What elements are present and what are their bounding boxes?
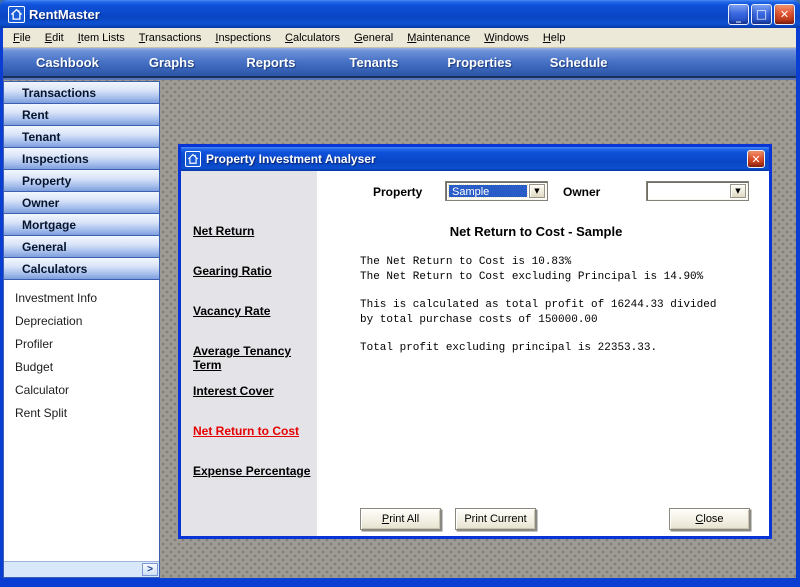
menu-item-windows[interactable]: Windows — [477, 30, 536, 46]
menu-item-edit[interactable]: Edit — [38, 30, 71, 46]
sidebar-button-tenant[interactable]: Tenant — [4, 126, 159, 148]
dialog-house-icon — [185, 151, 201, 167]
sidebar-button-owner[interactable]: Owner — [4, 192, 159, 214]
toolbar-schedule[interactable]: Schedule — [550, 55, 608, 70]
menu-item-item-lists[interactable]: Item Lists — [71, 30, 132, 46]
sidebar: TransactionsRentTenantInspectionsPropert… — [3, 81, 160, 578]
menu-item-general[interactable]: General — [347, 30, 400, 46]
sidebar-button-rent[interactable]: Rent — [4, 104, 159, 126]
toolbar-graphs[interactable]: Graphs — [149, 55, 195, 70]
report-text: The Net Return to Cost is 10.83%The Net … — [360, 255, 761, 369]
sidebar-scroll-right-button[interactable]: > — [142, 563, 158, 576]
property-combobox[interactable]: Sample ▼ — [445, 181, 548, 201]
dialog-content-pane: Property Sample ▼ Owner ▼ Net Return to … — [317, 171, 769, 536]
window-controls: _ □ ✕ — [728, 4, 795, 25]
close-button[interactable]: Close — [669, 508, 750, 530]
sidebar-item-profiler[interactable]: Profiler — [4, 333, 159, 356]
dialog-nav-gearing-ratio[interactable]: Gearing Ratio — [181, 264, 317, 304]
report-heading: Net Return to Cost - Sample — [317, 224, 755, 239]
dialog-nav-expense-percentage[interactable]: Expense Percentage — [181, 464, 317, 504]
toolbar-reports[interactable]: Reports — [246, 55, 295, 70]
print-current-button[interactable]: Print Current — [455, 508, 536, 530]
sidebar-button-calculators[interactable]: Calculators — [4, 258, 159, 280]
mdi-background: TransactionsRentTenantInspectionsPropert… — [3, 78, 796, 578]
chevron-down-icon: ▼ — [534, 187, 539, 195]
owner-combobox[interactable]: ▼ — [646, 181, 749, 201]
sidebar-item-calculator[interactable]: Calculator — [4, 379, 159, 402]
minimize-button[interactable]: _ — [728, 4, 749, 25]
owner-selected-value — [650, 185, 728, 197]
property-label: Property — [373, 185, 422, 199]
dialog-title-bar: Property Investment Analyser ✕ — [181, 147, 769, 171]
owner-label: Owner — [563, 185, 600, 199]
close-window-button[interactable]: ✕ — [774, 4, 795, 25]
close-icon: ✕ — [751, 153, 760, 166]
dialog-nav-average-tenancy-term[interactable]: Average Tenancy Term — [181, 344, 317, 384]
content-line: The Net Return to Cost excluding Princip… — [360, 270, 761, 285]
dialog-nav: Net ReturnGearing RatioVacancy RateAvera… — [181, 171, 317, 504]
menu-item-file[interactable]: File — [6, 30, 38, 46]
dialog-nav-interest-cover[interactable]: Interest Cover — [181, 384, 317, 424]
sidebar-button-property[interactable]: Property — [4, 170, 159, 192]
toolbar-tenants[interactable]: Tenants — [349, 55, 398, 70]
dialog-nav-net-return-to-cost[interactable]: Net Return to Cost — [181, 424, 317, 464]
toolbar-properties[interactable]: Properties — [447, 55, 511, 70]
menu-item-inspections[interactable]: Inspections — [208, 30, 278, 46]
content-line: This is calculated as total profit of 16… — [360, 298, 761, 313]
dialog-left-pane: Net ReturnGearing RatioVacancy RateAvera… — [181, 171, 317, 536]
content-paragraph: This is calculated as total profit of 16… — [360, 298, 761, 328]
sidebar-list: Investment InfoDepreciationProfilerBudge… — [4, 280, 159, 425]
print-all-button[interactable]: Print All — [360, 508, 441, 530]
toolbar-cashbook[interactable]: Cashbook — [36, 55, 99, 70]
sidebar-button-general[interactable]: General — [4, 236, 159, 258]
menu-bar: FileEditItem ListsTransactionsInspection… — [3, 28, 796, 48]
sidebar-item-rent-split[interactable]: Rent Split — [4, 402, 159, 425]
sidebar-button-group: TransactionsRentTenantInspectionsPropert… — [4, 82, 159, 280]
app-house-icon — [8, 6, 25, 23]
close-icon: ✕ — [780, 8, 789, 21]
content-line: Total profit excluding principal is 2235… — [360, 341, 761, 356]
combo-dropdown-button[interactable]: ▼ — [730, 184, 746, 198]
property-investment-analyser-dialog: Property Investment Analyser ✕ Net Retur… — [178, 144, 772, 539]
maximize-button[interactable]: □ — [751, 4, 772, 25]
dialog-nav-vacancy-rate[interactable]: Vacancy Rate — [181, 304, 317, 344]
dialog-nav-net-return[interactable]: Net Return — [181, 224, 317, 264]
window-title: RentMaster — [29, 7, 100, 22]
chevron-down-icon: ▼ — [735, 187, 740, 195]
menu-item-calculators[interactable]: Calculators — [278, 30, 347, 46]
maximize-icon: □ — [756, 7, 767, 21]
menu-item-transactions[interactable]: Transactions — [132, 30, 209, 46]
combo-dropdown-button[interactable]: ▼ — [529, 184, 545, 198]
property-selected-value: Sample — [449, 185, 527, 197]
sidebar-bottom-bar: > — [4, 561, 159, 577]
content-line: by total purchase costs of 150000.00 — [360, 313, 761, 328]
dialog-close-button[interactable]: ✕ — [747, 150, 765, 168]
sidebar-button-mortgage[interactable]: Mortgage — [4, 214, 159, 236]
content-paragraph: The Net Return to Cost is 10.83%The Net … — [360, 255, 761, 285]
sidebar-button-inspections[interactable]: Inspections — [4, 148, 159, 170]
sidebar-item-investment-info[interactable]: Investment Info — [4, 287, 159, 310]
sidebar-item-budget[interactable]: Budget — [4, 356, 159, 379]
menu-item-help[interactable]: Help — [536, 30, 573, 46]
main-toolbar: Cashbook Graphs Reports Tenants Properties Sc… — [3, 48, 796, 78]
minimize-icon: _ — [736, 12, 741, 24]
app-window: RentMaster _ □ ✕ FileEditItem ListsTrans… — [0, 0, 800, 587]
sidebar-item-depreciation[interactable]: Depreciation — [4, 310, 159, 333]
content-paragraph: Total profit excluding principal is 2235… — [360, 341, 761, 356]
menu-item-maintenance[interactable]: Maintenance — [400, 30, 477, 46]
dialog-body: Net ReturnGearing RatioVacancy RateAvera… — [181, 171, 769, 536]
title-bar: RentMaster _ □ ✕ — [0, 0, 800, 28]
sidebar-button-transactions[interactable]: Transactions — [4, 82, 159, 104]
content-line: The Net Return to Cost is 10.83% — [360, 255, 761, 270]
dialog-title: Property Investment Analyser — [206, 152, 376, 166]
